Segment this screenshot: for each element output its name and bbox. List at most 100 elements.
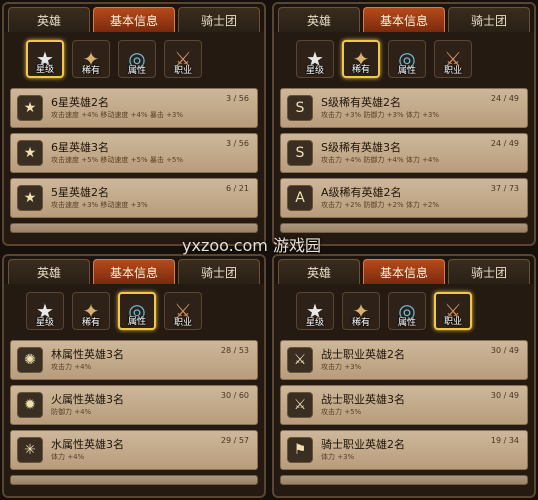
hero-count: 24 / 49 [490, 139, 519, 148]
rank-s-icon: S [287, 95, 313, 121]
category-button-class-figure[interactable]: ⚔ 职业 [434, 292, 472, 330]
category-button-attribute-ring[interactable]: ◎ 属性 [388, 292, 426, 330]
category-button-rare-shield[interactable]: ✦ 稀有 [72, 292, 110, 330]
fire-attribute-icon: ✹ [17, 392, 43, 418]
bonus-list-item-partial[interactable] [10, 475, 258, 485]
bonus-list-item[interactable]: ✹ 火属性英雄3名 防御力 +4% 30 / 60 [10, 385, 258, 425]
bonus-effect: 攻击力 +5% [321, 408, 362, 416]
tab-basic-info[interactable]: 基本信息 [363, 7, 445, 32]
category-label: 属性 [127, 66, 146, 76]
category-button-rare-shield[interactable]: ✦ 稀有 [342, 292, 380, 330]
category-label: 稀有 [81, 66, 100, 76]
bonus-effect: 攻击力 +4% 防御力 +4% 体力 +4% [321, 156, 440, 164]
bonus-list[interactable]: S S级稀有英雄2名 攻击力 +3% 防御力 +3% 体力 +3% 24 / 49 S S… [274, 84, 534, 237]
star-5-icon: ★ [17, 185, 43, 211]
bonus-effect: 攻击速度 +5% 移动速度 +5% 暴击 +5% [51, 156, 184, 164]
bonus-effect: 体力 +4% [51, 453, 85, 461]
category-selector: ★ 星级 ✦ 稀有 ◎ 属性 ⚔ 职业 [274, 284, 534, 336]
bonus-list[interactable]: ★ 6星英雄2名 攻击速度 +4% 移动速度 +4% 暴击 +3% 3 / 56 ★ 6星… [4, 84, 264, 237]
hero-bonus-panel-attribute: 英雄 基本信息 骑士团 ★ 星级 ✦ 稀有 ◎ 属性 ⚔ 职业 ✺ 林属性英雄3名 攻击力 +4% 28 /… [2, 254, 266, 498]
bonus-list-item[interactable]: ✳ 水属性英雄3名 体力 +4% 29 / 57 [10, 430, 258, 470]
category-button-class-figure[interactable]: ⚔ 职业 [164, 292, 202, 330]
bonus-list[interactable]: ✺ 林属性英雄3名 攻击力 +4% 28 / 53 ✹ 火属性英雄3名 防御力 +4% 30 … [4, 336, 264, 489]
sword-icon: ⚔ [287, 392, 313, 418]
tab-basic-info[interactable]: 基本信息 [93, 259, 175, 284]
hero-bonus-panel-class: 英雄 基本信息 骑士团 ★ 星级 ✦ 稀有 ◎ 属性 ⚔ 职业 ⚔ 战士职业英雄2名 攻击力 +3% 30 … [272, 254, 536, 498]
tab-knight-order[interactable]: 骑士团 [448, 7, 530, 32]
bonus-effect: 攻击力 +3% [321, 363, 362, 371]
tab-bar: 英雄 基本信息 骑士团 [274, 256, 534, 284]
tab-hero[interactable]: 英雄 [278, 7, 360, 32]
bonus-list-item[interactable]: ✺ 林属性英雄3名 攻击力 +4% 28 / 53 [10, 340, 258, 380]
category-button-attribute-ring[interactable]: ◎ 属性 [118, 292, 156, 330]
sword-icon: ⚔ [287, 347, 313, 373]
category-button-rare-shield[interactable]: ✦ 稀有 [72, 40, 110, 78]
hero-count: 19 / 34 [490, 436, 519, 445]
bonus-list-item[interactable]: ★ 5星英雄2名 攻击速度 +3% 移动速度 +3% 6 / 21 [10, 178, 258, 218]
category-label: 稀有 [351, 318, 370, 328]
category-selector: ★ 星级 ✦ 稀有 ◎ 属性 ⚔ 职业 [4, 32, 264, 84]
star-6-icon: ★ [17, 95, 43, 121]
bonus-effect: 攻击力 +3% 防御力 +3% 体力 +3% [321, 111, 440, 119]
hero-count: 37 / 73 [490, 184, 519, 193]
tab-hero[interactable]: 英雄 [8, 259, 90, 284]
tab-basic-info[interactable]: 基本信息 [93, 7, 175, 32]
hero-count: 28 / 53 [220, 346, 249, 355]
star-6-icon: ★ [17, 140, 43, 166]
hero-count: 29 / 57 [220, 436, 249, 445]
bonus-effect: 攻击速度 +4% 移动速度 +4% 暴击 +3% [51, 111, 184, 119]
category-selector: ★ 星级 ✦ 稀有 ◎ 属性 ⚔ 职业 [4, 284, 264, 336]
tab-knight-order[interactable]: 骑士团 [178, 7, 260, 32]
category-button-class-figure[interactable]: ⚔ 职业 [434, 40, 472, 78]
bonus-effect: 攻击速度 +3% 移动速度 +3% [51, 201, 148, 209]
category-button-rare-shield[interactable]: ✦ 稀有 [342, 40, 380, 78]
category-label: 星级 [35, 65, 54, 75]
tab-bar: 英雄 基本信息 骑士团 [4, 4, 264, 32]
bonus-list-item[interactable]: ⚔ 战士职业英雄3名 攻击力 +5% 30 / 49 [280, 385, 528, 425]
category-button-star[interactable]: ★ 星级 [296, 40, 334, 78]
tab-knight-order[interactable]: 骑士团 [178, 259, 260, 284]
bonus-list-item[interactable]: A A级稀有英雄2名 攻击力 +2% 防御力 +2% 体力 +2% 37 / 73 [280, 178, 528, 218]
category-label: 星级 [35, 318, 54, 328]
hero-count: 30 / 49 [490, 346, 519, 355]
bonus-list-item-partial[interactable] [280, 475, 528, 485]
category-button-star[interactable]: ★ 星级 [296, 292, 334, 330]
screenshot-root: 英雄 基本信息 骑士团 ★ 星级 ✦ 稀有 ◎ 属性 ⚔ 职业 ★ 6星英雄2名 攻击速度 +4% 移动速… [0, 0, 538, 500]
hero-count: 3 / 56 [225, 139, 249, 148]
tab-knight-order[interactable]: 骑士团 [448, 259, 530, 284]
bonus-list[interactable]: ⚔ 战士职业英雄2名 攻击力 +3% 30 / 49 ⚔ 战士职业英雄3名 攻击力 +5% 3… [274, 336, 534, 489]
category-label: 职业 [443, 66, 462, 76]
knight-icon: ⚑ [287, 437, 313, 463]
category-label: 星级 [305, 318, 324, 328]
tab-hero[interactable]: 英雄 [278, 259, 360, 284]
hero-count: 30 / 49 [490, 391, 519, 400]
category-button-star[interactable]: ★ 星级 [26, 292, 64, 330]
category-button-attribute-ring[interactable]: ◎ 属性 [388, 40, 426, 78]
hero-count: 30 / 60 [220, 391, 249, 400]
bonus-list-item[interactable]: ★ 6星英雄3名 攻击速度 +5% 移动速度 +5% 暴击 +5% 3 / 56 [10, 133, 258, 173]
category-label: 职业 [173, 318, 192, 328]
category-button-attribute-ring[interactable]: ◎ 属性 [118, 40, 156, 78]
category-label: 星级 [305, 66, 324, 76]
category-label: 职业 [443, 317, 462, 327]
category-button-star[interactable]: ★ 星级 [26, 40, 64, 78]
bonus-list-item[interactable]: ⚔ 战士职业英雄2名 攻击力 +3% 30 / 49 [280, 340, 528, 380]
category-label: 稀有 [81, 318, 100, 328]
bonus-list-item[interactable]: S S级稀有英雄2名 攻击力 +3% 防御力 +3% 体力 +3% 24 / 49 [280, 88, 528, 128]
bonus-effect: 体力 +3% [321, 453, 355, 461]
bonus-list-item[interactable]: ★ 6星英雄2名 攻击速度 +4% 移动速度 +4% 暴击 +3% 3 / 56 [10, 88, 258, 128]
bonus-effect: 防御力 +4% [51, 408, 92, 416]
watermark-text: yxzoo.com 游戏园 [182, 236, 321, 255]
category-label: 稀有 [351, 65, 370, 75]
hero-count: 6 / 21 [225, 184, 249, 193]
bonus-list-item[interactable]: S S级稀有英雄3名 攻击力 +4% 防御力 +4% 体力 +4% 24 / 49 [280, 133, 528, 173]
tab-hero[interactable]: 英雄 [8, 7, 90, 32]
category-label: 职业 [173, 66, 192, 76]
hero-count: 3 / 56 [225, 94, 249, 103]
hero-bonus-panel-star: 英雄 基本信息 骑士团 ★ 星级 ✦ 稀有 ◎ 属性 ⚔ 职业 ★ 6星英雄2名 攻击速度 +4% 移动速… [2, 2, 266, 246]
rank-s-icon: S [287, 140, 313, 166]
category-button-class-figure[interactable]: ⚔ 职业 [164, 40, 202, 78]
tab-bar: 英雄 基本信息 骑士团 [274, 4, 534, 32]
bonus-list-item[interactable]: ⚑ 骑士职业英雄2名 体力 +3% 19 / 34 [280, 430, 528, 470]
tab-basic-info[interactable]: 基本信息 [363, 259, 445, 284]
